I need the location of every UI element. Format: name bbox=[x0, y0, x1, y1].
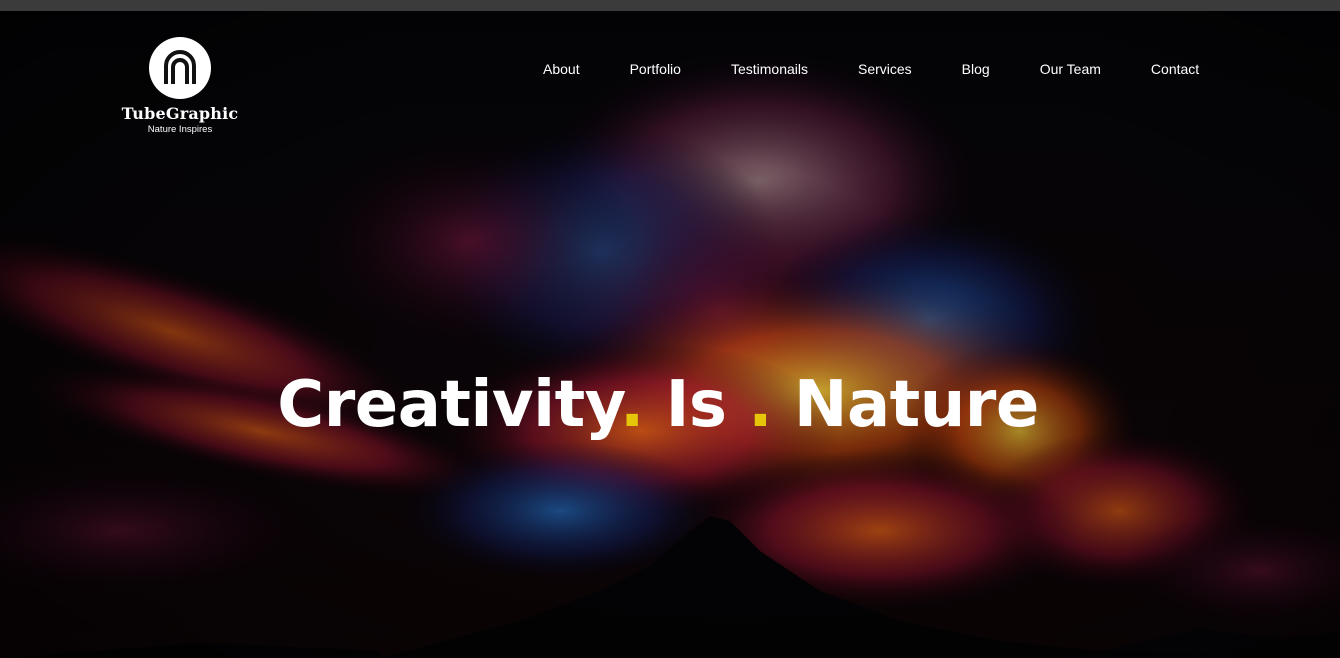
brand-logo[interactable]: TubeGraphic Nature Inspires bbox=[120, 36, 240, 135]
nav-item-testimonials[interactable]: Testimonails bbox=[706, 61, 833, 77]
arch-tube-icon bbox=[149, 37, 211, 99]
headline-accent-dot: . bbox=[748, 367, 773, 442]
headline-accent-dot: . bbox=[620, 367, 644, 442]
nav-item-about[interactable]: About bbox=[518, 61, 605, 77]
brand-tagline: Nature Inspires bbox=[147, 124, 213, 135]
hero-section: TubeGraphic Nature Inspires About Portfo… bbox=[0, 11, 1340, 658]
nav-item-our-team[interactable]: Our Team bbox=[1015, 61, 1126, 77]
headline-word-creativity: Creativity bbox=[277, 367, 620, 442]
nav-item-contact[interactable]: Contact bbox=[1126, 61, 1224, 77]
nav-item-services[interactable]: Services bbox=[833, 61, 937, 77]
headline-word-nature: Nature bbox=[772, 367, 1039, 442]
nav-item-blog[interactable]: Blog bbox=[937, 61, 1015, 77]
brand-name: TubeGraphic bbox=[121, 104, 239, 123]
main-navigation: About Portfolio Testimonails Services Bl… bbox=[518, 61, 1224, 77]
hero-headline: Creativity. Is . Nature bbox=[0, 368, 1316, 442]
nav-item-portfolio[interactable]: Portfolio bbox=[605, 61, 706, 77]
headline-word-is: Is bbox=[643, 367, 749, 442]
browser-top-bar bbox=[0, 0, 1340, 11]
